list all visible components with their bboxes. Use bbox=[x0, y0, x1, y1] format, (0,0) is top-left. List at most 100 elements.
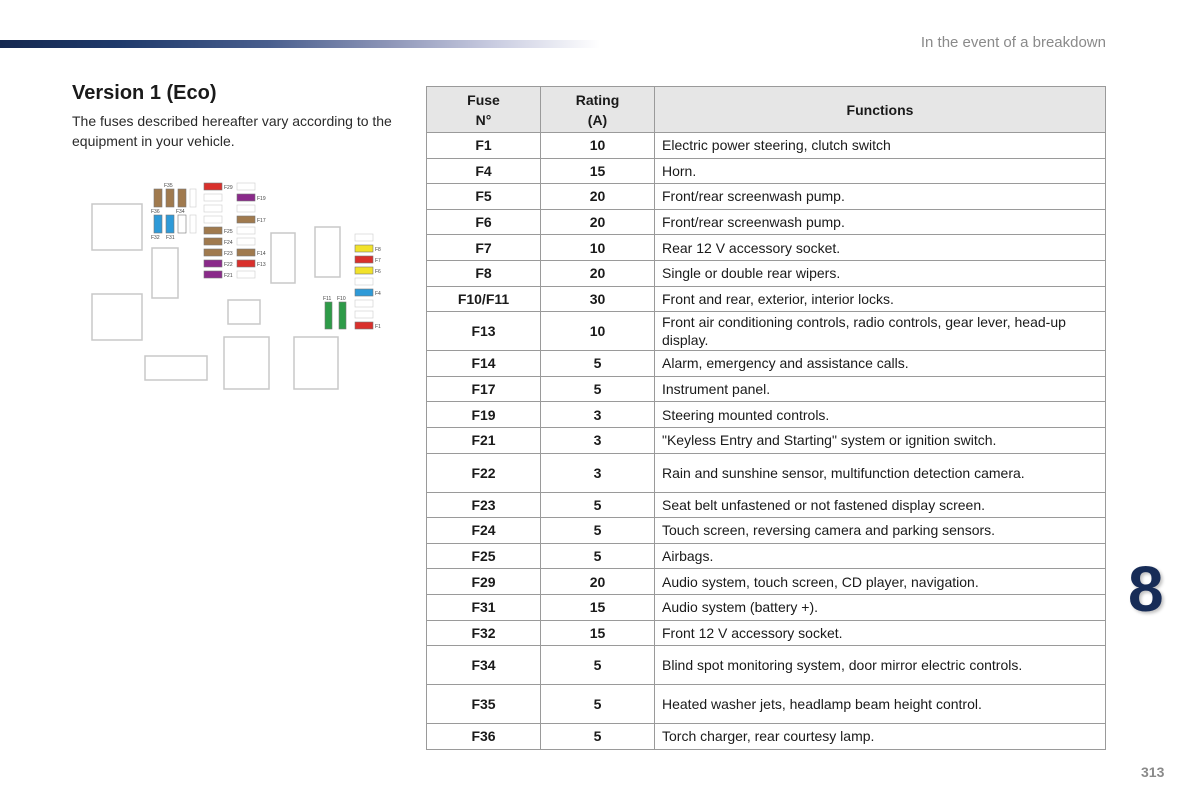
fuse-F11 bbox=[324, 301, 333, 330]
rating-cell: 10 bbox=[540, 234, 655, 261]
fuse-number-cell: F25 bbox=[426, 542, 541, 570]
label-F7: F7 bbox=[375, 258, 381, 264]
fuse-F8 bbox=[354, 244, 374, 253]
function-cell: Torch charger, rear courtesy lamp. bbox=[654, 723, 1106, 750]
rating-cell: 20 bbox=[540, 259, 655, 287]
table-row: F1 10 Electric power steering, clutch swit… bbox=[426, 132, 1106, 159]
page-number: 313 bbox=[1141, 764, 1165, 780]
relay-block bbox=[270, 232, 296, 284]
fuse-number-cell: F19 bbox=[426, 401, 541, 428]
function-cell: Heated washer jets, headlamp beam height… bbox=[654, 684, 1106, 725]
label-F17: F17 bbox=[257, 218, 266, 224]
rating-cell: 10 bbox=[540, 132, 655, 159]
fuse-F22 bbox=[203, 259, 223, 268]
function-cell: Airbags. bbox=[654, 542, 1106, 570]
label-F4: F4 bbox=[375, 291, 381, 297]
table-row: F35 5 Heated washer jets, headlamp beam he… bbox=[426, 684, 1106, 725]
function-cell: Front/rear screenwash pump. bbox=[654, 183, 1106, 210]
fuse-number-cell: F4 bbox=[426, 157, 541, 185]
fuse-number-cell: F32 bbox=[426, 619, 541, 647]
fuse-F6 bbox=[354, 266, 374, 275]
rating-cell: 5 bbox=[540, 723, 655, 750]
rating-cell: 5 bbox=[540, 350, 655, 377]
fuse-number-cell: F10/F11 bbox=[426, 285, 541, 313]
table-row: F10/F11 30 Front and rear, exterior, inter… bbox=[426, 285, 1106, 313]
table-row: F5 20 Front/rear screenwash pump. bbox=[426, 183, 1106, 210]
fuse-F34 bbox=[177, 188, 187, 208]
fuse-number-cell: F34 bbox=[426, 645, 541, 686]
label-F10: F10 bbox=[337, 296, 346, 302]
table-header-row: Fuse N° Rating (A) Functions bbox=[426, 86, 1106, 133]
fuse-number-cell: F22 bbox=[426, 452, 541, 493]
relay-block bbox=[91, 293, 143, 341]
header-gradient-bar bbox=[0, 40, 600, 48]
table-row: F36 5 Torch charger, rear courtesy lamp. bbox=[426, 723, 1106, 750]
function-cell: Audio system (battery +). bbox=[654, 593, 1106, 621]
label-F13: F13 bbox=[257, 262, 266, 268]
fuse-F31 bbox=[165, 214, 175, 234]
rating-cell: 5 bbox=[540, 684, 655, 725]
fuse-F17 bbox=[236, 215, 256, 224]
fuse-F35 bbox=[153, 188, 163, 208]
label-F19: F19 bbox=[257, 196, 266, 202]
fuse-number-cell: F8 bbox=[426, 259, 541, 287]
table-row: F13 10 Front air conditioning controls, ra… bbox=[426, 311, 1106, 352]
table-row: F4 15 Horn. bbox=[426, 157, 1106, 185]
relay-block bbox=[144, 355, 208, 381]
fuse-number-cell: F13 bbox=[426, 311, 541, 352]
label-F36: F36 bbox=[151, 209, 160, 215]
section-title: Version 1 (Eco) bbox=[72, 82, 217, 104]
fuse-number-cell: F5 bbox=[426, 183, 541, 210]
fuse-F29 bbox=[203, 182, 223, 191]
fuse-number-cell: F35 bbox=[426, 684, 541, 725]
fuse-F24 bbox=[203, 237, 223, 246]
rating-cell: 15 bbox=[540, 619, 655, 647]
function-cell: Steering mounted controls. bbox=[654, 401, 1106, 428]
table-row: F29 20 Audio system, touch screen, CD play… bbox=[426, 568, 1106, 595]
rating-cell: 15 bbox=[540, 593, 655, 621]
table-row: F14 5 Alarm, emergency and assistance call… bbox=[426, 350, 1106, 377]
label-F8: F8 bbox=[375, 247, 381, 253]
relay-block bbox=[314, 226, 341, 278]
fuse-empty bbox=[189, 188, 197, 208]
rating-cell: 5 bbox=[540, 645, 655, 686]
function-cell: Front air conditioning controls, radio c… bbox=[654, 311, 1106, 352]
fuse-F4 bbox=[354, 288, 374, 297]
fuse-number-cell: F1 bbox=[426, 132, 541, 159]
fuse-empty bbox=[189, 214, 197, 234]
rating-cell: 5 bbox=[540, 491, 655, 519]
label-F34: F34 bbox=[176, 209, 185, 215]
table-row: F17 5 Instrument panel. bbox=[426, 375, 1106, 403]
fuse-number-cell: F7 bbox=[426, 234, 541, 261]
relay-block bbox=[293, 336, 339, 390]
table-row: F32 15 Front 12 V accessory socket. bbox=[426, 619, 1106, 647]
rating-cell: 3 bbox=[540, 401, 655, 428]
fuse-box-diagram: F35 F36 F34 F32 F31 F29 F19 F17 F25 F24 … bbox=[91, 182, 381, 390]
fuse-number-cell: F14 bbox=[426, 350, 541, 377]
rating-cell: 10 bbox=[540, 311, 655, 352]
rating-cell: 15 bbox=[540, 157, 655, 185]
function-cell: Single or double rear wipers. bbox=[654, 259, 1106, 287]
fuse-F35b bbox=[165, 188, 175, 208]
fuse-F32 bbox=[153, 214, 163, 234]
function-cell: Front 12 V accessory socket. bbox=[654, 619, 1106, 647]
function-cell: Front/rear screenwash pump. bbox=[654, 208, 1106, 236]
fuse-F10 bbox=[338, 301, 347, 330]
table-row: F19 3 Steering mounted controls. bbox=[426, 401, 1106, 428]
chapter-number-badge: 8 bbox=[1128, 553, 1164, 625]
relay-block bbox=[227, 299, 261, 325]
label-F31: F31 bbox=[166, 235, 175, 241]
fuse-number-cell: F29 bbox=[426, 568, 541, 595]
fuse-number-cell: F6 bbox=[426, 208, 541, 236]
fuse-number-cell: F23 bbox=[426, 491, 541, 519]
rating-cell: 30 bbox=[540, 285, 655, 313]
intro-text: The fuses described hereafter vary accor… bbox=[72, 113, 392, 149]
label-F1: F1 bbox=[375, 324, 381, 330]
function-cell: Instrument panel. bbox=[654, 375, 1106, 403]
rating-cell: 20 bbox=[540, 183, 655, 210]
label-F23: F23 bbox=[224, 251, 233, 257]
rating-cell: 5 bbox=[540, 542, 655, 570]
fuse-number-cell: F17 bbox=[426, 375, 541, 403]
table-body: F1 10 Electric power steering, clutch swit… bbox=[426, 132, 1106, 750]
function-cell: Rain and sunshine sensor, multifunction … bbox=[654, 452, 1106, 493]
